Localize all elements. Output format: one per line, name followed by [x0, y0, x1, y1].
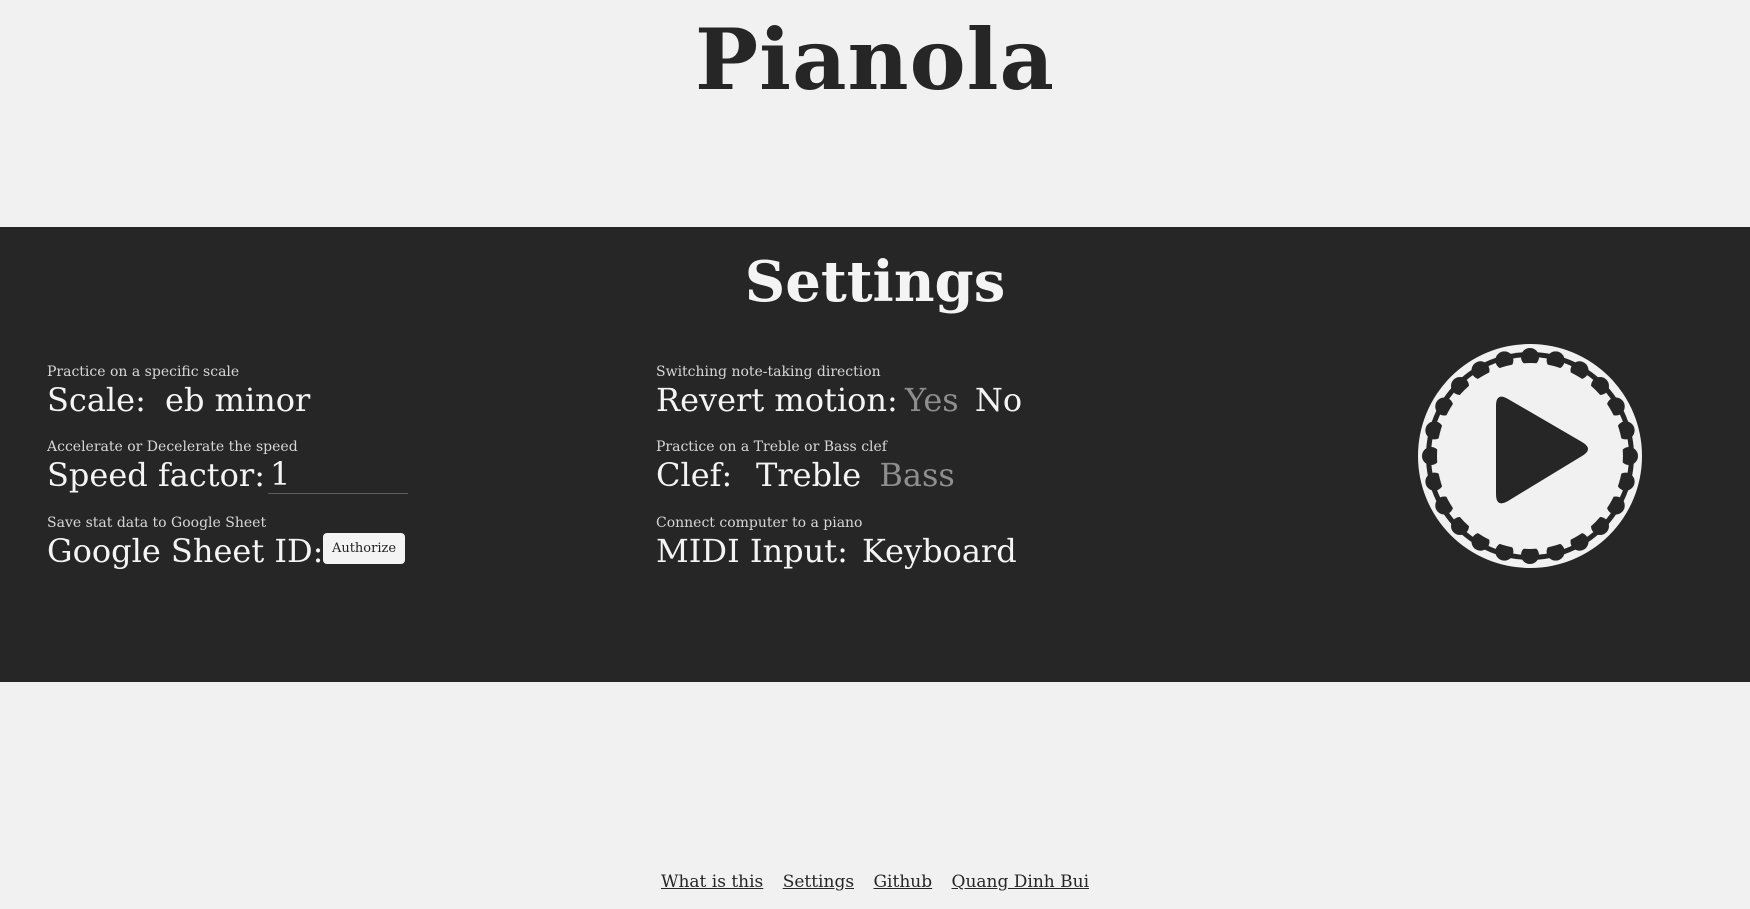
revert-yes-option[interactable]: Yes: [905, 380, 959, 420]
revert-hint: Switching note-taking direction: [656, 364, 881, 380]
midi-value[interactable]: Keyboard: [862, 531, 1017, 571]
clef-setting: Practice on a Treble or Bass clef: [656, 438, 887, 456]
footer-link-author[interactable]: Quang Dinh Bui: [952, 872, 1090, 892]
clef-options: Treble Bass: [756, 455, 955, 495]
clef-row: Clef: Treble Bass: [656, 455, 955, 495]
authorize-button[interactable]: Authorize: [323, 533, 405, 564]
sheet-row: Google Sheet ID:: [47, 531, 323, 571]
midi-label: MIDI Input:: [656, 532, 848, 570]
speed-label: Speed factor:: [47, 456, 265, 494]
scale-label: Scale:: [47, 381, 146, 419]
speed-hint: Accelerate or Decelerate the speed: [47, 439, 298, 455]
sheet-setting: Save stat data to Google Sheet: [47, 514, 266, 532]
speed-row: Speed factor:: [47, 455, 265, 495]
footer-link-what-is-this[interactable]: What is this: [661, 872, 763, 892]
midi-setting: Connect computer to a piano: [656, 514, 863, 532]
revert-no-option[interactable]: No: [975, 380, 1022, 420]
scale-row: Scale: eb minor: [47, 380, 310, 420]
play-icon: [1418, 344, 1642, 568]
midi-row: MIDI Input: Keyboard: [656, 531, 1017, 571]
revert-options: Yes No: [905, 380, 1022, 420]
revert-label: Revert motion:: [656, 381, 898, 419]
speed-setting: Accelerate or Decelerate the speed: [47, 438, 298, 456]
sheet-hint: Save stat data to Google Sheet: [47, 515, 267, 531]
clef-hint: Practice on a Treble or Bass clef: [656, 439, 887, 455]
speed-factor-input[interactable]: [268, 455, 408, 494]
revert-row: Revert motion: Yes No: [656, 380, 1022, 420]
footer-link-settings[interactable]: Settings: [783, 872, 854, 892]
scale-hint: Practice on a specific scale: [47, 364, 240, 380]
midi-hint: Connect computer to a piano: [656, 515, 863, 531]
clef-label: Clef:: [656, 456, 733, 494]
footer-link-github[interactable]: Github: [873, 872, 932, 892]
app-title: Pianola: [695, 10, 1055, 109]
scale-value[interactable]: eb minor: [165, 380, 310, 420]
sheet-label: Google Sheet ID:: [47, 532, 324, 570]
play-button[interactable]: [1414, 340, 1646, 572]
settings-title: Settings: [744, 249, 1006, 315]
header: Pianola: [0, 0, 1750, 227]
footer: What is this Settings Github Quang Dinh …: [0, 872, 1750, 892]
clef-bass-option[interactable]: Bass: [879, 455, 954, 495]
revert-setting: Switching note-taking direction: [656, 363, 881, 381]
scale-setting: Practice on a specific scale: [47, 363, 239, 381]
clef-treble-option[interactable]: Treble: [756, 455, 861, 495]
